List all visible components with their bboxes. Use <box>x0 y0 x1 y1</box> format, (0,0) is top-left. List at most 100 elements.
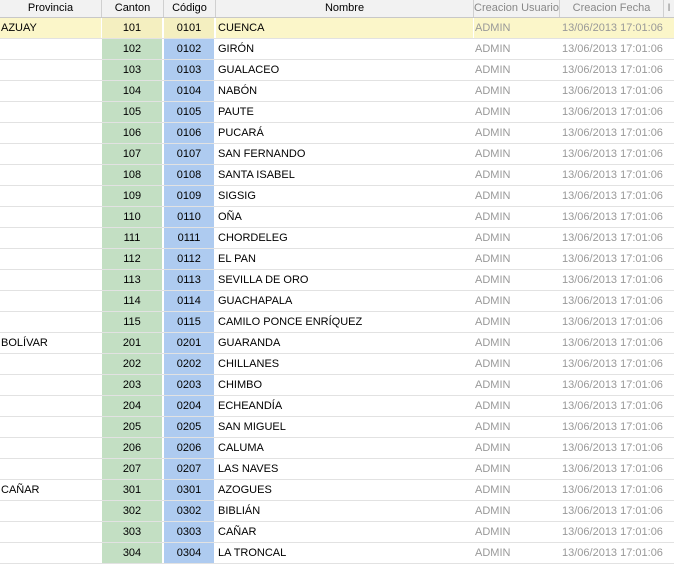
cell-nombre[interactable]: EL PAN <box>216 249 473 269</box>
cell-canton[interactable]: 202 <box>102 354 163 374</box>
cell-creacion-usuario[interactable]: ADMIN <box>474 543 560 563</box>
cell-creacion-usuario[interactable]: ADMIN <box>474 375 560 395</box>
cell-canton[interactable]: 302 <box>102 501 163 521</box>
cell-nombre[interactable]: CUENCA <box>216 18 473 38</box>
cell-codigo[interactable]: 0303 <box>164 522 215 542</box>
cell-canton[interactable]: 104 <box>102 81 163 101</box>
cell-canton[interactable]: 206 <box>102 438 163 458</box>
cell-provincia[interactable] <box>0 102 101 122</box>
cell-canton[interactable]: 115 <box>102 312 163 332</box>
cell-provincia[interactable] <box>0 249 101 269</box>
cell-creacion-fecha[interactable]: 13/06/2013 17:01:06 <box>560 39 664 59</box>
cell-nombre[interactable]: LA TRONCAL <box>216 543 473 563</box>
table-row[interactable]: 102 0102 GIRÓN ADMIN 13/06/2013 17:01:06 <box>0 39 674 60</box>
cell-creacion-usuario[interactable]: ADMIN <box>474 396 560 416</box>
cell-canton[interactable]: 103 <box>102 60 163 80</box>
table-row[interactable]: 202 0202 CHILLANES ADMIN 13/06/2013 17:01:06 <box>0 354 674 375</box>
cell-provincia[interactable] <box>0 291 101 311</box>
cell-codigo[interactable]: 0205 <box>164 417 215 437</box>
cell-provincia[interactable] <box>0 543 101 563</box>
cell-canton[interactable]: 303 <box>102 522 163 542</box>
cell-creacion-fecha[interactable]: 13/06/2013 17:01:06 <box>560 123 664 143</box>
cell-canton[interactable]: 113 <box>102 270 163 290</box>
cell-creacion-fecha[interactable]: 13/06/2013 17:01:06 <box>560 270 664 290</box>
cell-codigo[interactable]: 0108 <box>164 165 215 185</box>
table-row[interactable]: 302 0302 BIBLIÁN ADMIN 13/06/2013 17:01:06 <box>0 501 674 522</box>
cell-creacion-fecha[interactable]: 13/06/2013 17:01:06 <box>560 417 664 437</box>
cell-creacion-usuario[interactable]: ADMIN <box>474 459 560 479</box>
cell-provincia[interactable] <box>0 459 101 479</box>
cell-provincia[interactable] <box>0 123 101 143</box>
table-row[interactable]: 113 0113 SEVILLA DE ORO ADMIN 13/06/2013 17:… <box>0 270 674 291</box>
cell-creacion-fecha[interactable]: 13/06/2013 17:01:06 <box>560 312 664 332</box>
cell-canton[interactable]: 114 <box>102 291 163 311</box>
table-row[interactable]: 106 0106 PUCARÁ ADMIN 13/06/2013 17:01:06 <box>0 123 674 144</box>
cell-provincia[interactable] <box>0 522 101 542</box>
cell-canton[interactable]: 301 <box>102 480 163 500</box>
cell-nombre[interactable]: SEVILLA DE ORO <box>216 270 473 290</box>
cell-creacion-usuario[interactable]: ADMIN <box>474 333 560 353</box>
table-row[interactable]: AZUAY 101 0101 CUENCA ADMIN 13/06/2013 17:01:… <box>0 18 674 39</box>
cell-creacion-fecha[interactable]: 13/06/2013 17:01:06 <box>560 543 664 563</box>
cell-nombre[interactable]: PUCARÁ <box>216 123 473 143</box>
cell-creacion-usuario[interactable]: ADMIN <box>474 249 560 269</box>
cell-codigo[interactable]: 0107 <box>164 144 215 164</box>
cell-creacion-fecha[interactable]: 13/06/2013 17:01:06 <box>560 354 664 374</box>
table-row[interactable]: 207 0207 LAS NAVES ADMIN 13/06/2013 17:01:06 <box>0 459 674 480</box>
table-row[interactable]: 107 0107 SAN FERNANDO ADMIN 13/06/2013 17:01… <box>0 144 674 165</box>
cell-nombre[interactable]: CHIMBO <box>216 375 473 395</box>
cell-nombre[interactable]: ECHEANDÍA <box>216 396 473 416</box>
cell-creacion-fecha[interactable]: 13/06/2013 17:01:06 <box>560 81 664 101</box>
cell-codigo[interactable]: 0114 <box>164 291 215 311</box>
cell-provincia[interactable] <box>0 438 101 458</box>
cell-provincia[interactable]: AZUAY <box>0 18 101 38</box>
cell-provincia[interactable] <box>0 312 101 332</box>
cell-creacion-usuario[interactable]: ADMIN <box>474 18 560 38</box>
cell-creacion-fecha[interactable]: 13/06/2013 17:01:06 <box>560 375 664 395</box>
cell-creacion-fecha[interactable]: 13/06/2013 17:01:06 <box>560 186 664 206</box>
cell-codigo[interactable]: 0203 <box>164 375 215 395</box>
table-row[interactable]: 104 0104 NABÓN ADMIN 13/06/2013 17:01:06 <box>0 81 674 102</box>
cell-provincia[interactable] <box>0 228 101 248</box>
table-row[interactable]: CAÑAR 301 0301 AZOGUES ADMIN 13/06/2013 17:01… <box>0 480 674 501</box>
cell-creacion-usuario[interactable]: ADMIN <box>474 123 560 143</box>
cell-nombre[interactable]: GUACHAPALA <box>216 291 473 311</box>
cell-creacion-usuario[interactable]: ADMIN <box>474 501 560 521</box>
cell-nombre[interactable]: SAN FERNANDO <box>216 144 473 164</box>
cell-codigo[interactable]: 0112 <box>164 249 215 269</box>
cell-creacion-usuario[interactable]: ADMIN <box>474 291 560 311</box>
cell-nombre[interactable]: GIRÓN <box>216 39 473 59</box>
cell-creacion-fecha[interactable]: 13/06/2013 17:01:06 <box>560 396 664 416</box>
cell-creacion-usuario[interactable]: ADMIN <box>474 354 560 374</box>
cell-codigo[interactable]: 0201 <box>164 333 215 353</box>
cell-codigo[interactable]: 0111 <box>164 228 215 248</box>
table-row[interactable]: 205 0205 SAN MIGUEL ADMIN 13/06/2013 17:01:0… <box>0 417 674 438</box>
cell-codigo[interactable]: 0302 <box>164 501 215 521</box>
cell-creacion-usuario[interactable]: ADMIN <box>474 480 560 500</box>
cell-creacion-usuario[interactable]: ADMIN <box>474 270 560 290</box>
cell-nombre[interactable]: GUALACEO <box>216 60 473 80</box>
cell-provincia[interactable] <box>0 144 101 164</box>
table-row[interactable]: 111 0111 CHORDELEG ADMIN 13/06/2013 17:01:06 <box>0 228 674 249</box>
cell-provincia[interactable] <box>0 270 101 290</box>
cell-creacion-fecha[interactable]: 13/06/2013 17:01:06 <box>560 102 664 122</box>
cell-provincia[interactable] <box>0 186 101 206</box>
cell-creacion-fecha[interactable]: 13/06/2013 17:01:06 <box>560 522 664 542</box>
cell-canton[interactable]: 109 <box>102 186 163 206</box>
cell-nombre[interactable]: AZOGUES <box>216 480 473 500</box>
cell-canton[interactable]: 108 <box>102 165 163 185</box>
column-header-nombre[interactable]: Nombre <box>216 0 474 17</box>
cell-nombre[interactable]: CHILLANES <box>216 354 473 374</box>
cell-provincia[interactable] <box>0 501 101 521</box>
cell-creacion-fecha[interactable]: 13/06/2013 17:01:06 <box>560 333 664 353</box>
cell-provincia[interactable]: BOLÍVAR <box>0 333 101 353</box>
table-row[interactable]: 204 0204 ECHEANDÍA ADMIN 13/06/2013 17:01:06 <box>0 396 674 417</box>
cell-canton[interactable]: 110 <box>102 207 163 227</box>
cell-provincia[interactable] <box>0 375 101 395</box>
cell-canton[interactable]: 201 <box>102 333 163 353</box>
cell-provincia[interactable] <box>0 81 101 101</box>
cell-provincia[interactable] <box>0 165 101 185</box>
cell-creacion-usuario[interactable]: ADMIN <box>474 417 560 437</box>
cell-creacion-fecha[interactable]: 13/06/2013 17:01:06 <box>560 501 664 521</box>
table-row[interactable]: 103 0103 GUALACEO ADMIN 13/06/2013 17:01:06 <box>0 60 674 81</box>
